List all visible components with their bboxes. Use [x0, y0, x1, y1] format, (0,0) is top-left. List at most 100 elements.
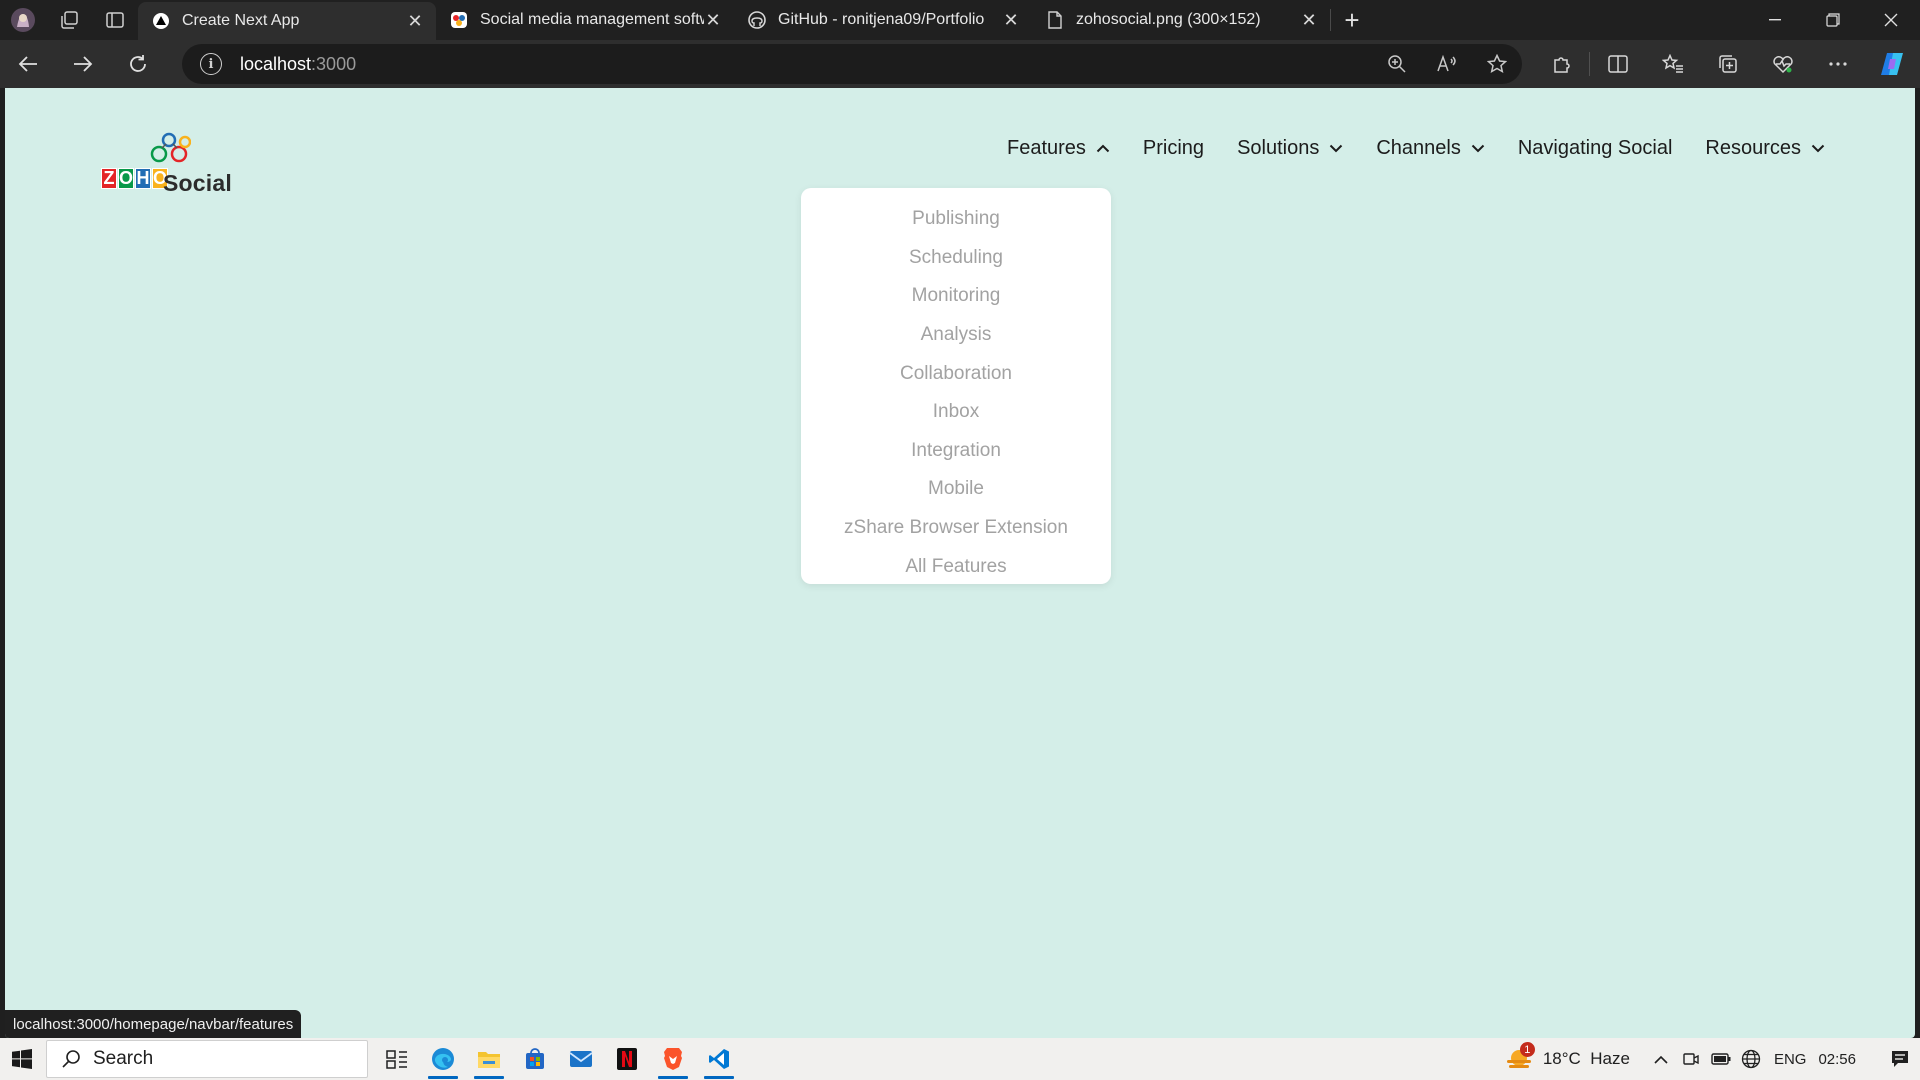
- split-screen-icon[interactable]: [1590, 40, 1645, 88]
- extensions-icon[interactable]: [1534, 40, 1589, 88]
- brave-icon[interactable]: [650, 1038, 696, 1080]
- chevron-down-icon: [1811, 144, 1825, 153]
- address-bar[interactable]: i localhost:3000: [182, 44, 1522, 84]
- zoom-icon[interactable]: [1372, 54, 1422, 74]
- weather-temp: 18°C: [1542, 1049, 1581, 1068]
- nextjs-icon: [152, 12, 170, 30]
- nav-label: Resources: [1705, 136, 1801, 159]
- file-icon: [1046, 11, 1064, 29]
- site-info-icon[interactable]: i: [200, 53, 222, 75]
- tab-social-media-management[interactable]: Social media management softw ✕: [436, 0, 734, 40]
- store-icon[interactable]: [512, 1038, 558, 1080]
- browser-tab-bar: Create Next App ✕ Social media managemen…: [0, 0, 1920, 40]
- workspaces-icon[interactable]: [46, 0, 92, 40]
- battery-icon[interactable]: [1706, 1053, 1736, 1065]
- menu-item-all-features[interactable]: All Features: [801, 547, 1111, 586]
- close-tab-icon[interactable]: ✕: [704, 10, 722, 30]
- menu-item-inbox[interactable]: Inbox: [801, 393, 1111, 432]
- chevron-up-icon: [1096, 144, 1110, 153]
- search-icon: [62, 1050, 80, 1068]
- file-explorer-icon[interactable]: [466, 1038, 512, 1080]
- task-view-icon[interactable]: [374, 1038, 420, 1080]
- close-window-icon[interactable]: [1862, 0, 1920, 40]
- tab-github-portfolio[interactable]: GitHub - ronitjena09/Portfolio ✕: [734, 0, 1032, 40]
- refresh-icon[interactable]: [110, 40, 165, 88]
- tab-create-next-app[interactable]: Create Next App ✕: [138, 2, 436, 40]
- minimize-icon[interactable]: [1746, 0, 1804, 40]
- search-label: Search: [93, 1048, 154, 1069]
- collections-icon[interactable]: [1700, 40, 1755, 88]
- language-indicator[interactable]: ENG: [1774, 1051, 1807, 1068]
- windows-start-icon[interactable]: [0, 1038, 44, 1080]
- menu-item-scheduling[interactable]: Scheduling: [801, 239, 1111, 278]
- nav-pricing[interactable]: Pricing: [1143, 137, 1204, 160]
- netflix-icon[interactable]: [604, 1038, 650, 1080]
- logo-letter-z: Z: [101, 168, 117, 189]
- profile-avatar-icon[interactable]: [0, 0, 46, 40]
- weather-haze-icon: 1: [1505, 1042, 1535, 1072]
- page-viewport: Z O H O Social Features Pricing Solution…: [5, 88, 1915, 1038]
- new-tab-button[interactable]: +: [1331, 0, 1373, 40]
- favorites-icon[interactable]: [1645, 40, 1700, 88]
- menu-item-collaboration[interactable]: Collaboration: [801, 354, 1111, 393]
- tab-title: Create Next App: [182, 12, 300, 29]
- copilot-icon[interactable]: [1865, 40, 1920, 88]
- meet-now-icon[interactable]: [1676, 1050, 1706, 1068]
- menu-item-monitoring[interactable]: Monitoring: [801, 277, 1111, 316]
- chevron-up-icon[interactable]: [1646, 1055, 1676, 1064]
- zoho-social-logo[interactable]: Z O H O Social: [101, 130, 251, 196]
- tab-actions-icon[interactable]: [92, 0, 138, 40]
- browser-essentials-icon[interactable]: [1755, 40, 1810, 88]
- nav-label: Navigating Social: [1517, 136, 1673, 159]
- favorite-star-icon[interactable]: [1472, 54, 1522, 74]
- menu-item-integration[interactable]: Integration: [801, 432, 1111, 471]
- tab-title: GitHub - ronitjena09/Portfolio: [778, 11, 985, 28]
- read-aloud-icon[interactable]: [1422, 55, 1472, 73]
- nav-channels[interactable]: Channels: [1376, 137, 1485, 160]
- github-icon: [748, 11, 766, 29]
- logo-people-icon: [150, 132, 191, 163]
- window-controls: [1746, 0, 1920, 40]
- address-url[interactable]: localhost:3000: [240, 54, 356, 75]
- taskbar-search[interactable]: Search: [46, 1040, 368, 1078]
- close-tab-icon[interactable]: ✕: [1002, 10, 1020, 30]
- nav-features[interactable]: Features: [1007, 137, 1110, 160]
- network-globe-icon[interactable]: [1736, 1049, 1766, 1069]
- menu-item-analysis[interactable]: Analysis: [801, 316, 1111, 355]
- nav-label: Features: [1006, 136, 1086, 159]
- clock[interactable]: 02:56: [1818, 1051, 1856, 1068]
- nav-solutions[interactable]: Solutions: [1237, 137, 1343, 160]
- tab-title: zohosocial.png (300×152): [1076, 11, 1261, 28]
- nav-resources[interactable]: Resources: [1705, 137, 1825, 160]
- chevron-down-icon: [1329, 144, 1343, 153]
- logo-letter-o: O: [118, 168, 134, 189]
- mail-icon[interactable]: [558, 1038, 604, 1080]
- menu-item-mobile[interactable]: Mobile: [801, 470, 1111, 509]
- url-host: localhost: [240, 53, 312, 74]
- nav-navigating-social[interactable]: Navigating Social: [1518, 137, 1673, 160]
- weather-condition: Haze: [1590, 1049, 1630, 1068]
- weather-widget[interactable]: 1 18°C Haze: [1505, 1042, 1630, 1072]
- weather-alert-badge: 1: [1519, 1042, 1535, 1057]
- tab-title: Social media management softw: [480, 11, 704, 28]
- vscode-icon[interactable]: [696, 1038, 742, 1080]
- edge-icon[interactable]: [420, 1038, 466, 1080]
- tab-zohosocial-png[interactable]: zohosocial.png (300×152) ✕: [1032, 0, 1330, 40]
- main-navigation: Features Pricing Solutions Channels Navi…: [974, 132, 1825, 164]
- more-options-icon[interactable]: [1810, 40, 1865, 88]
- close-tab-icon[interactable]: ✕: [406, 11, 424, 31]
- menu-item-publishing[interactable]: Publishing: [801, 200, 1111, 239]
- back-icon[interactable]: [0, 40, 55, 88]
- nav-label: Channels: [1376, 136, 1461, 159]
- browser-tools: [1534, 40, 1920, 88]
- notification-icon[interactable]: [1880, 1049, 1920, 1069]
- nav-label: Solutions: [1237, 136, 1320, 159]
- nav-label: Pricing: [1142, 136, 1205, 159]
- status-bar-url: localhost:3000/homepage/navbar/features: [5, 1010, 302, 1038]
- forward-icon[interactable]: [55, 40, 110, 88]
- system-tray: 1 18°C Haze ENG 02:56: [1505, 1038, 1920, 1080]
- chevron-down-icon: [1471, 144, 1485, 153]
- restore-icon[interactable]: [1804, 0, 1862, 40]
- close-tab-icon[interactable]: ✕: [1300, 10, 1318, 30]
- menu-item-zshare-browser-extension[interactable]: zShare Browser Extension: [801, 509, 1111, 548]
